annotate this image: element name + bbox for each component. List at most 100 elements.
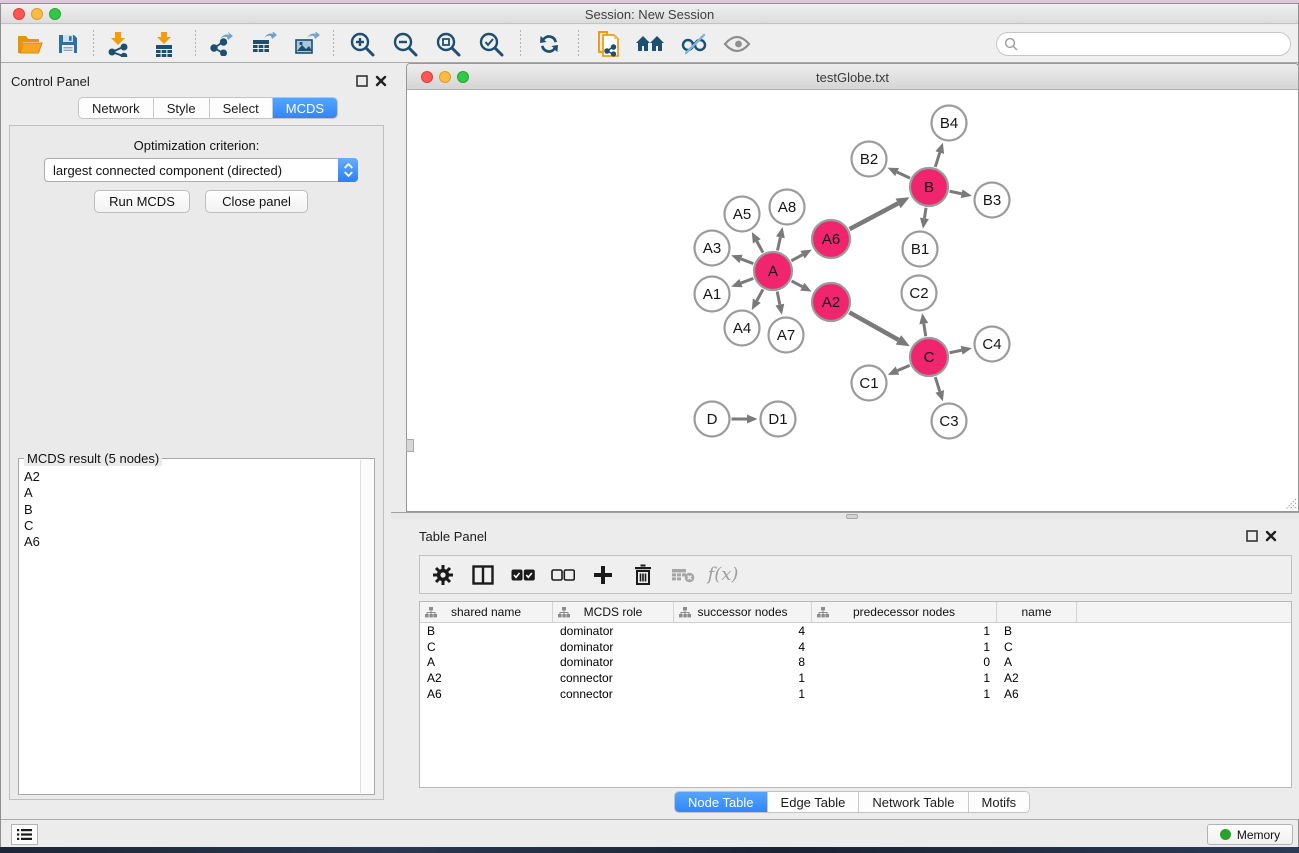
- table-row[interactable]: A2connector11A2: [420, 670, 1291, 686]
- graph-edge-B-B2[interactable]: [888, 168, 910, 178]
- result-item[interactable]: A: [24, 485, 40, 501]
- tab-edge-table[interactable]: Edge Table: [768, 792, 860, 812]
- open-session-button[interactable]: [13, 27, 47, 61]
- graph-node-D[interactable]: D: [695, 402, 730, 437]
- horizontal-splitter[interactable]: [391, 512, 1299, 519]
- graph-node-B2[interactable]: B2: [852, 142, 887, 177]
- network-window-titlebar[interactable]: testGlobe.txt: [407, 64, 1298, 90]
- table-row[interactable]: Bdominator41B: [420, 623, 1291, 639]
- tab-style[interactable]: Style: [154, 98, 210, 118]
- graph-node-A5[interactable]: A5: [725, 197, 760, 232]
- tab-network-table[interactable]: Network Table: [859, 792, 968, 812]
- close-table-panel-icon[interactable]: [1265, 529, 1279, 543]
- graph-edge-A-A5[interactable]: [752, 232, 763, 253]
- table-row[interactable]: Adominator80A: [420, 654, 1291, 670]
- graph-edge-A6-B[interactable]: [850, 197, 910, 229]
- graph-node-C3[interactable]: C3: [932, 404, 967, 439]
- show-details-button[interactable]: [720, 27, 754, 61]
- graph-node-C2[interactable]: C2: [902, 276, 937, 311]
- result-item[interactable]: B: [24, 502, 40, 518]
- float-table-panel-icon[interactable]: [1246, 529, 1260, 543]
- graph-edge-C-C4[interactable]: [950, 346, 972, 355]
- graph-node-A1[interactable]: A1: [695, 277, 730, 312]
- graph-edge-A-A1[interactable]: [731, 278, 753, 287]
- graph-edge-B-B1[interactable]: [920, 208, 929, 229]
- graph-edge-A-A8[interactable]: [776, 227, 785, 250]
- zoom-selected-button[interactable]: [474, 27, 508, 61]
- result-item[interactable]: A2: [24, 469, 40, 485]
- graph-edge-C-C3[interactable]: [935, 377, 944, 401]
- float-panel-icon[interactable]: [356, 74, 370, 88]
- graph-node-D1[interactable]: D1: [761, 402, 796, 437]
- graph-edge-A-A4[interactable]: [752, 289, 763, 310]
- graph-edge-A-A6[interactable]: [791, 250, 811, 261]
- home-layout-button[interactable]: [633, 27, 667, 61]
- graph-node-A3[interactable]: A3: [695, 231, 730, 266]
- graph-node-A6[interactable]: A6: [812, 220, 850, 258]
- graph-node-B[interactable]: B: [910, 168, 948, 206]
- network-canvas[interactable]: B4 B2 B B3 A8 A5 A6 A3 B1 A A1 C2 A2 A4 A7 C4 C C1 C3 D D1: [407, 90, 1298, 511]
- export-table-button[interactable]: [247, 27, 281, 61]
- search-input[interactable]: [1018, 35, 1290, 53]
- column-header-shared-name[interactable]: shared name: [420, 602, 553, 622]
- memory-button[interactable]: Memory: [1207, 824, 1293, 845]
- graph-node-C1[interactable]: C1: [852, 366, 887, 401]
- graph-node-B4[interactable]: B4: [932, 106, 967, 141]
- table-row[interactable]: A6connector11A6: [420, 686, 1291, 702]
- graph-node-A2[interactable]: A2: [812, 283, 850, 321]
- import-network-button[interactable]: [101, 27, 135, 61]
- result-item[interactable]: A6: [24, 534, 40, 550]
- graph-edge-A-A3[interactable]: [731, 255, 753, 264]
- tab-mcds[interactable]: MCDS: [273, 98, 337, 118]
- deselect-all-rows-button[interactable]: [550, 562, 576, 588]
- graph-node-A4[interactable]: A4: [725, 311, 760, 346]
- graph-edge-B-B3[interactable]: [950, 189, 972, 198]
- graph-node-B3[interactable]: B3: [975, 183, 1010, 218]
- graph-edge-A2-C[interactable]: [849, 312, 910, 346]
- tab-network[interactable]: Network: [79, 98, 154, 118]
- result-item[interactable]: C: [24, 518, 40, 534]
- tab-select[interactable]: Select: [210, 98, 273, 118]
- tab-node-table[interactable]: Node Table: [675, 792, 768, 812]
- toggle-column-panel-button[interactable]: [470, 562, 496, 588]
- graph-node-C4[interactable]: C4: [975, 327, 1010, 362]
- optimization-criterion-dropdown[interactable]: largest connected component (directed): [44, 158, 358, 182]
- graph-node-A8[interactable]: A8: [770, 190, 805, 225]
- refresh-layout-button[interactable]: [532, 27, 566, 61]
- graph-node-B1[interactable]: B1: [903, 232, 938, 267]
- table-settings-button[interactable]: [430, 562, 456, 588]
- export-network-button[interactable]: [204, 27, 238, 61]
- delete-column-button[interactable]: [630, 562, 656, 588]
- close-panel-icon[interactable]: [375, 74, 389, 88]
- graph-edge-C-C1[interactable]: [888, 365, 910, 374]
- export-image-button[interactable]: [290, 27, 324, 61]
- canvas-splitter-handle[interactable]: [406, 439, 414, 452]
- graph-node-A7[interactable]: A7: [769, 318, 804, 353]
- column-header-predecessor-nodes[interactable]: predecessor nodes: [812, 602, 997, 622]
- window-resize-grip[interactable]: [1283, 496, 1297, 510]
- select-all-rows-button[interactable]: [510, 562, 536, 588]
- graph-edge-A-A2[interactable]: [792, 281, 812, 292]
- zoom-out-button[interactable]: [388, 27, 422, 61]
- run-mcds-button[interactable]: Run MCDS: [94, 190, 190, 213]
- column-header-MCDS-role[interactable]: MCDS role: [553, 602, 674, 622]
- close-panel-button[interactable]: Close panel: [205, 190, 308, 213]
- import-table-button[interactable]: [147, 27, 181, 61]
- network-from-file-button[interactable]: [591, 27, 625, 61]
- graph-node-A[interactable]: A: [754, 252, 792, 290]
- graph-edge-A-A7[interactable]: [775, 292, 784, 315]
- table-row[interactable]: Cdominator41C: [420, 639, 1291, 655]
- result-scrollbar[interactable]: [360, 460, 374, 793]
- create-column-button[interactable]: [590, 562, 616, 588]
- hide-details-button[interactable]: [677, 27, 711, 61]
- save-session-button[interactable]: [51, 27, 85, 61]
- graph-node-C[interactable]: C: [910, 338, 948, 376]
- column-header-name[interactable]: name: [997, 602, 1077, 622]
- graph-edge-D-D1[interactable]: [732, 415, 758, 424]
- tab-motifs[interactable]: Motifs: [969, 792, 1030, 812]
- column-header-successor-nodes[interactable]: successor nodes: [674, 602, 812, 622]
- graph-edge-B-B4[interactable]: [935, 143, 944, 167]
- zoom-in-button[interactable]: [345, 27, 379, 61]
- zoom-fit-button[interactable]: [431, 27, 465, 61]
- task-history-button[interactable]: [11, 824, 38, 845]
